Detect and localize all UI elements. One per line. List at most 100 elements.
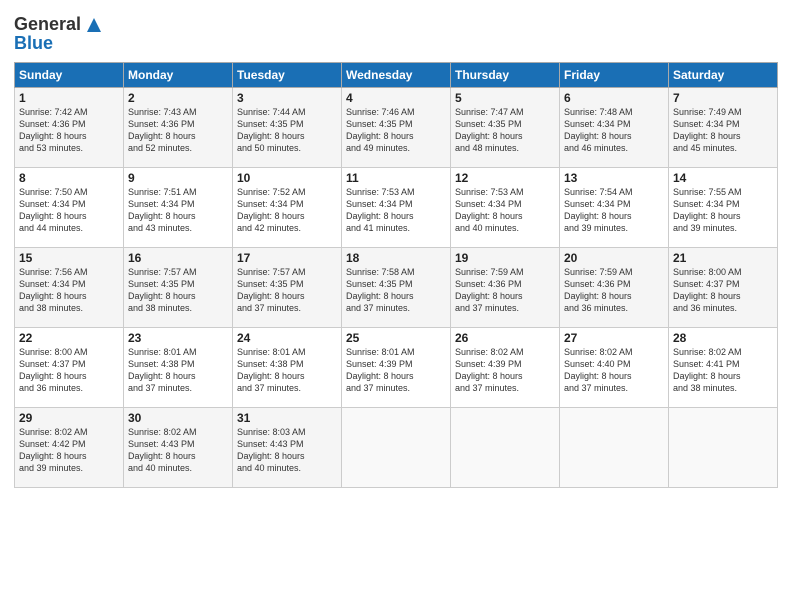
day-info: Sunrise: 7:58 AMSunset: 4:35 PMDaylight:… <box>346 267 415 313</box>
day-info: Sunrise: 7:52 AMSunset: 4:34 PMDaylight:… <box>237 187 306 233</box>
day-info: Sunrise: 8:02 AMSunset: 4:39 PMDaylight:… <box>455 347 524 393</box>
day-info: Sunrise: 8:02 AMSunset: 4:42 PMDaylight:… <box>19 427 88 473</box>
calendar-cell: 11 Sunrise: 7:53 AMSunset: 4:34 PMDayligh… <box>342 167 451 247</box>
day-info: Sunrise: 8:02 AMSunset: 4:41 PMDaylight:… <box>673 347 742 393</box>
day-number: 27 <box>564 331 664 345</box>
calendar-week-2: 8 Sunrise: 7:50 AMSunset: 4:34 PMDaylight… <box>15 167 778 247</box>
day-info: Sunrise: 7:55 AMSunset: 4:34 PMDaylight:… <box>673 187 742 233</box>
day-number: 23 <box>128 331 228 345</box>
day-info: Sunrise: 8:02 AMSunset: 4:40 PMDaylight:… <box>564 347 633 393</box>
day-number: 31 <box>237 411 337 425</box>
calendar-week-4: 22 Sunrise: 8:00 AMSunset: 4:37 PMDayligh… <box>15 327 778 407</box>
calendar-cell: 30Sunrise: 8:02 AMSunset: 4:43 PMDayligh… <box>124 407 233 487</box>
weekday-header-tuesday: Tuesday <box>233 62 342 87</box>
day-info: Sunrise: 7:43 AMSunset: 4:36 PMDaylight:… <box>128 107 197 153</box>
day-number: 25 <box>346 331 446 345</box>
calendar-cell: 26Sunrise: 8:02 AMSunset: 4:39 PMDayligh… <box>451 327 560 407</box>
day-number: 9 <box>128 171 228 185</box>
calendar-cell: 5 Sunrise: 7:47 AMSunset: 4:35 PMDaylight… <box>451 87 560 167</box>
day-info: Sunrise: 7:53 AMSunset: 4:34 PMDaylight:… <box>346 187 415 233</box>
day-number: 6 <box>564 91 664 105</box>
day-number: 5 <box>455 91 555 105</box>
day-number: 8 <box>19 171 119 185</box>
weekday-header-wednesday: Wednesday <box>342 62 451 87</box>
day-info: Sunrise: 7:59 AMSunset: 4:36 PMDaylight:… <box>564 267 633 313</box>
calendar-cell: 27 Sunrise: 8:02 AMSunset: 4:40 PMDayligh… <box>560 327 669 407</box>
calendar-week-3: 15Sunrise: 7:56 AMSunset: 4:34 PMDayligh… <box>15 247 778 327</box>
calendar-cell: 15Sunrise: 7:56 AMSunset: 4:34 PMDayligh… <box>15 247 124 327</box>
day-number: 20 <box>564 251 664 265</box>
day-info: Sunrise: 7:49 AMSunset: 4:34 PMDaylight:… <box>673 107 742 153</box>
day-number: 16 <box>128 251 228 265</box>
day-number: 1 <box>19 91 119 105</box>
day-number: 28 <box>673 331 773 345</box>
day-info: Sunrise: 8:01 AMSunset: 4:38 PMDaylight:… <box>128 347 197 393</box>
day-info: Sunrise: 8:01 AMSunset: 4:39 PMDaylight:… <box>346 347 415 393</box>
header: General Blue <box>14 10 778 54</box>
calendar-cell: 17 Sunrise: 7:57 AMSunset: 4:35 PMDayligh… <box>233 247 342 327</box>
calendar-cell: 3 Sunrise: 7:44 AMSunset: 4:35 PMDaylight… <box>233 87 342 167</box>
weekday-header-monday: Monday <box>124 62 233 87</box>
day-number: 3 <box>237 91 337 105</box>
calendar-cell: 28 Sunrise: 8:02 AMSunset: 4:41 PMDayligh… <box>669 327 778 407</box>
day-number: 24 <box>237 331 337 345</box>
calendar-cell: 14 Sunrise: 7:55 AMSunset: 4:34 PMDayligh… <box>669 167 778 247</box>
calendar-cell: 10 Sunrise: 7:52 AMSunset: 4:34 PMDayligh… <box>233 167 342 247</box>
day-number: 18 <box>346 251 446 265</box>
calendar-cell: 12Sunrise: 7:53 AMSunset: 4:34 PMDayligh… <box>451 167 560 247</box>
weekday-header-friday: Friday <box>560 62 669 87</box>
calendar-cell: 20 Sunrise: 7:59 AMSunset: 4:36 PMDayligh… <box>560 247 669 327</box>
calendar-cell: 18 Sunrise: 7:58 AMSunset: 4:35 PMDayligh… <box>342 247 451 327</box>
day-number: 30 <box>128 411 228 425</box>
day-number: 12 <box>455 171 555 185</box>
main-container: General Blue SundayMondayTuesdayWednesda… <box>0 0 792 496</box>
day-info: Sunrise: 7:51 AMSunset: 4:34 PMDaylight:… <box>128 187 197 233</box>
day-number: 29 <box>19 411 119 425</box>
calendar-cell: 2 Sunrise: 7:43 AMSunset: 4:36 PMDaylight… <box>124 87 233 167</box>
calendar-cell <box>342 407 451 487</box>
calendar-cell: 6Sunrise: 7:48 AMSunset: 4:34 PMDaylight… <box>560 87 669 167</box>
day-info: Sunrise: 8:00 AMSunset: 4:37 PMDaylight:… <box>673 267 742 313</box>
calendar-cell: 1Sunrise: 7:42 AMSunset: 4:36 PMDaylight… <box>15 87 124 167</box>
day-info: Sunrise: 7:57 AMSunset: 4:35 PMDaylight:… <box>128 267 197 313</box>
calendar-cell: 8 Sunrise: 7:50 AMSunset: 4:34 PMDaylight… <box>15 167 124 247</box>
logo-general: General <box>14 14 81 34</box>
calendar-week-1: 1Sunrise: 7:42 AMSunset: 4:36 PMDaylight… <box>15 87 778 167</box>
day-info: Sunrise: 7:57 AMSunset: 4:35 PMDaylight:… <box>237 267 306 313</box>
day-info: Sunrise: 7:44 AMSunset: 4:35 PMDaylight:… <box>237 107 306 153</box>
calendar-cell <box>451 407 560 487</box>
logo-icon <box>83 14 105 36</box>
day-info: Sunrise: 7:46 AMSunset: 4:35 PMDaylight:… <box>346 107 415 153</box>
calendar-body: 1Sunrise: 7:42 AMSunset: 4:36 PMDaylight… <box>15 87 778 487</box>
day-number: 19 <box>455 251 555 265</box>
calendar-header-row: SundayMondayTuesdayWednesdayThursdayFrid… <box>15 62 778 87</box>
calendar-cell: 25 Sunrise: 8:01 AMSunset: 4:39 PMDayligh… <box>342 327 451 407</box>
day-number: 14 <box>673 171 773 185</box>
calendar-cell: 21 Sunrise: 8:00 AMSunset: 4:37 PMDayligh… <box>669 247 778 327</box>
calendar-cell: 23 Sunrise: 8:01 AMSunset: 4:38 PMDayligh… <box>124 327 233 407</box>
day-info: Sunrise: 8:00 AMSunset: 4:37 PMDaylight:… <box>19 347 88 393</box>
weekday-header-thursday: Thursday <box>451 62 560 87</box>
day-number: 17 <box>237 251 337 265</box>
day-number: 22 <box>19 331 119 345</box>
weekday-header-sunday: Sunday <box>15 62 124 87</box>
day-number: 13 <box>564 171 664 185</box>
day-number: 7 <box>673 91 773 105</box>
calendar-week-5: 29 Sunrise: 8:02 AMSunset: 4:42 PMDayligh… <box>15 407 778 487</box>
weekday-header-saturday: Saturday <box>669 62 778 87</box>
day-number: 10 <box>237 171 337 185</box>
logo-blue: Blue <box>14 34 105 54</box>
day-info: Sunrise: 7:54 AMSunset: 4:34 PMDaylight:… <box>564 187 633 233</box>
day-number: 2 <box>128 91 228 105</box>
calendar-cell: 4Sunrise: 7:46 AMSunset: 4:35 PMDaylight… <box>342 87 451 167</box>
day-info: Sunrise: 8:01 AMSunset: 4:38 PMDaylight:… <box>237 347 306 393</box>
day-info: Sunrise: 7:56 AMSunset: 4:34 PMDaylight:… <box>19 267 88 313</box>
day-info: Sunrise: 7:50 AMSunset: 4:34 PMDaylight:… <box>19 187 88 233</box>
day-number: 11 <box>346 171 446 185</box>
day-info: Sunrise: 8:03 AMSunset: 4:43 PMDaylight:… <box>237 427 306 473</box>
calendar-cell <box>669 407 778 487</box>
day-number: 21 <box>673 251 773 265</box>
calendar-cell: 7 Sunrise: 7:49 AMSunset: 4:34 PMDaylight… <box>669 87 778 167</box>
logo: General Blue <box>14 14 105 54</box>
day-info: Sunrise: 7:47 AMSunset: 4:35 PMDaylight:… <box>455 107 524 153</box>
